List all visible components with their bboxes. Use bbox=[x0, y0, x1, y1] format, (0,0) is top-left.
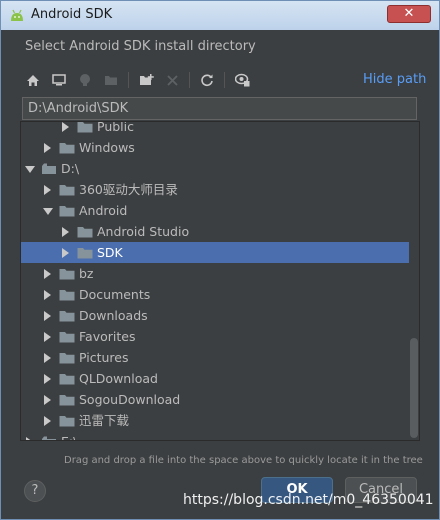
tree-scrollbar[interactable] bbox=[409, 122, 419, 440]
module-icon bbox=[102, 71, 120, 89]
tree-row[interactable]: SDK bbox=[21, 242, 409, 263]
tree-row[interactable]: SogouDownload bbox=[21, 389, 409, 410]
folder-icon bbox=[59, 353, 75, 364]
drag-drop-hint: Drag and drop a file into the space abov… bbox=[64, 455, 423, 466]
tree-row[interactable]: Documents bbox=[21, 284, 409, 305]
expand-right-icon[interactable] bbox=[62, 122, 69, 132]
dialog-prompt: Select Android SDK install directory bbox=[25, 39, 256, 54]
expand-right-icon[interactable] bbox=[62, 227, 69, 237]
expand-right-icon[interactable] bbox=[44, 311, 51, 321]
toolbar-separator bbox=[189, 72, 190, 88]
folder-icon bbox=[59, 290, 75, 301]
tree-row-label: E:\ bbox=[61, 431, 77, 440]
hide-path-link[interactable]: Hide path bbox=[363, 72, 426, 87]
tree-row[interactable]: E:\ bbox=[21, 431, 409, 440]
folder-icon bbox=[59, 185, 75, 196]
folder-icon bbox=[77, 227, 93, 238]
refresh-icon[interactable] bbox=[198, 71, 216, 89]
expand-right-icon[interactable] bbox=[44, 143, 51, 153]
expand-down-icon[interactable] bbox=[43, 208, 53, 215]
tree-row-label: bz bbox=[79, 266, 94, 281]
tree-row[interactable]: Android Studio bbox=[21, 221, 409, 242]
folder-icon bbox=[59, 143, 75, 154]
expand-right-icon[interactable] bbox=[44, 374, 51, 384]
tree-row-label: SDK bbox=[97, 245, 123, 260]
tree-row[interactable]: D:\ bbox=[21, 158, 409, 179]
tree-row[interactable]: bz bbox=[21, 263, 409, 284]
tree-row-label: Favorites bbox=[79, 329, 136, 344]
toolbar-separator bbox=[128, 72, 129, 88]
expand-right-icon[interactable] bbox=[44, 416, 51, 426]
tree-row-label: Public bbox=[97, 121, 134, 134]
tree-row[interactable]: Pictures bbox=[21, 347, 409, 368]
folder-icon bbox=[59, 269, 75, 280]
tree-row[interactable]: 360驱动大师目录 bbox=[21, 179, 409, 200]
drive-icon bbox=[42, 163, 56, 174]
tree-row-label: SogouDownload bbox=[79, 392, 181, 407]
folder-icon bbox=[77, 248, 93, 259]
toggle-hidden-icon[interactable] bbox=[233, 71, 251, 89]
expand-right-icon[interactable] bbox=[44, 269, 51, 279]
expand-right-icon[interactable] bbox=[26, 437, 33, 440]
toolbar-separator bbox=[224, 72, 225, 88]
folder-icon bbox=[59, 206, 75, 217]
tree-row-label: Downloads bbox=[79, 308, 148, 323]
tree-row[interactable]: Windows bbox=[21, 137, 409, 158]
tree-row[interactable]: Favorites bbox=[21, 326, 409, 347]
new-folder-icon[interactable] bbox=[137, 71, 155, 89]
close-button[interactable]: ✕ bbox=[387, 5, 431, 23]
desktop-icon[interactable] bbox=[50, 71, 68, 89]
folder-icon bbox=[59, 332, 75, 343]
project-icon bbox=[76, 71, 94, 89]
tree-row[interactable]: 迅雷下载 bbox=[21, 410, 409, 431]
expand-right-icon[interactable] bbox=[44, 332, 51, 342]
tree-row[interactable]: Android bbox=[21, 200, 409, 221]
tree-row-label: 迅雷下载 bbox=[79, 413, 130, 428]
watermark-text: https://blog.csdn.net/m0_46350041 bbox=[183, 492, 434, 508]
tree-row-label: 360驱动大师目录 bbox=[79, 182, 178, 197]
tree-row-label: Documents bbox=[79, 287, 151, 302]
tree-row[interactable]: Downloads bbox=[21, 305, 409, 326]
tree-row-label: Windows bbox=[79, 140, 135, 155]
file-toolbar bbox=[24, 70, 259, 90]
delete-icon bbox=[163, 71, 181, 89]
window-title: Android SDK bbox=[31, 7, 113, 22]
path-input[interactable] bbox=[22, 97, 417, 120]
expand-right-icon[interactable] bbox=[44, 395, 51, 405]
tree-row-label: Android Studio bbox=[97, 224, 190, 239]
tree-row-label: Pictures bbox=[79, 350, 129, 365]
folder-icon bbox=[59, 416, 75, 427]
android-icon bbox=[11, 9, 23, 21]
help-button[interactable]: ? bbox=[24, 480, 46, 502]
expand-right-icon[interactable] bbox=[62, 248, 69, 258]
scrollbar-thumb[interactable] bbox=[410, 338, 418, 438]
expand-right-icon[interactable] bbox=[44, 185, 51, 195]
tree-row-label: Android bbox=[79, 203, 128, 218]
expand-right-icon[interactable] bbox=[44, 290, 51, 300]
tree-row-label: D:\ bbox=[61, 161, 80, 176]
tree-row-label: QLDownload bbox=[79, 371, 158, 386]
title-bar: Android SDK ✕ bbox=[0, 0, 440, 30]
tree-row[interactable]: QLDownload bbox=[21, 368, 409, 389]
folder-icon bbox=[59, 374, 75, 385]
folder-icon bbox=[59, 395, 75, 406]
folder-icon bbox=[59, 311, 75, 322]
expand-right-icon[interactable] bbox=[44, 353, 51, 363]
folder-icon bbox=[77, 122, 93, 133]
tree-row[interactable]: Public bbox=[21, 121, 409, 137]
home-icon[interactable] bbox=[24, 71, 42, 89]
drive-icon bbox=[42, 436, 56, 440]
directory-tree[interactable]: Public Windows D:\ 360驱动大师目录 Android Android … bbox=[20, 121, 420, 441]
expand-down-icon[interactable] bbox=[25, 166, 35, 173]
